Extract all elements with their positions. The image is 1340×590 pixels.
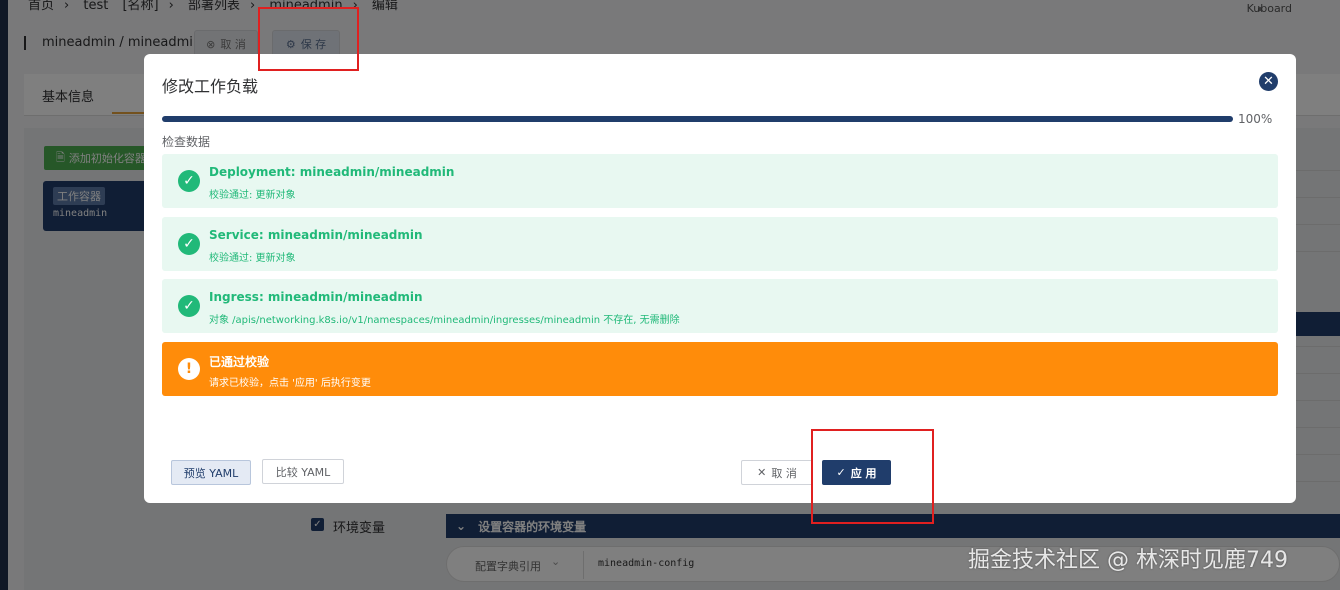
progress-text: 100% xyxy=(1238,112,1273,126)
alert-ingress: ✓ Ingress: mineadmin/mineadmin 对象 /apis/… xyxy=(162,279,1278,333)
close-icon[interactable]: ✕ xyxy=(1259,72,1278,91)
preview-yaml-button[interactable]: 预览 YAML xyxy=(171,460,251,485)
warning-circle-icon: ! xyxy=(178,358,200,380)
compare-yaml-button[interactable]: 比较 YAML xyxy=(262,459,344,484)
alert-title: Service: mineadmin/mineadmin xyxy=(209,228,423,242)
watermark: 掘金技术社区 @ 林深时见鹿749 xyxy=(968,548,1288,573)
check-circle-icon: ✓ xyxy=(178,295,200,317)
alert-desc: 请求已校验，点击 '应用' 后执行变更 xyxy=(209,378,371,389)
dialog-cancel-button[interactable]: ✕ 取 消 xyxy=(741,460,813,485)
progress-fill xyxy=(162,116,1233,122)
alert-validated: ! 已通过校验 请求已校验，点击 '应用' 后执行变更 xyxy=(162,342,1278,396)
annotation-highlight-save xyxy=(258,7,359,71)
alert-title: Deployment: mineadmin/mineadmin xyxy=(209,165,455,179)
alert-service: ✓ Service: mineadmin/mineadmin 校验通过: 更新对… xyxy=(162,217,1278,271)
alert-desc: 校验通过: 更新对象 xyxy=(209,253,296,264)
alert-deployment: ✓ Deployment: mineadmin/mineadmin 校验通过: … xyxy=(162,154,1278,208)
modify-workload-dialog: 修改工作负载 ✕ 100% 检查数据 ✓ Deployment: mineadm… xyxy=(144,54,1296,503)
progress-bar xyxy=(162,116,1233,122)
alert-desc: 校验通过: 更新对象 xyxy=(209,190,296,201)
check-circle-icon: ✓ xyxy=(178,170,200,192)
close-icon: ✕ xyxy=(757,466,767,479)
check-circle-icon: ✓ xyxy=(178,233,200,255)
alert-title: 已通过校验 xyxy=(209,355,270,369)
dialog-title: 修改工作负载 xyxy=(162,77,259,96)
check-data-label: 检查数据 xyxy=(162,135,211,149)
alert-desc: 对象 /apis/networking.k8s.io/v1/namespaces… xyxy=(209,315,680,326)
alert-title: Ingress: mineadmin/mineadmin xyxy=(209,290,423,304)
annotation-highlight-apply xyxy=(811,429,934,524)
